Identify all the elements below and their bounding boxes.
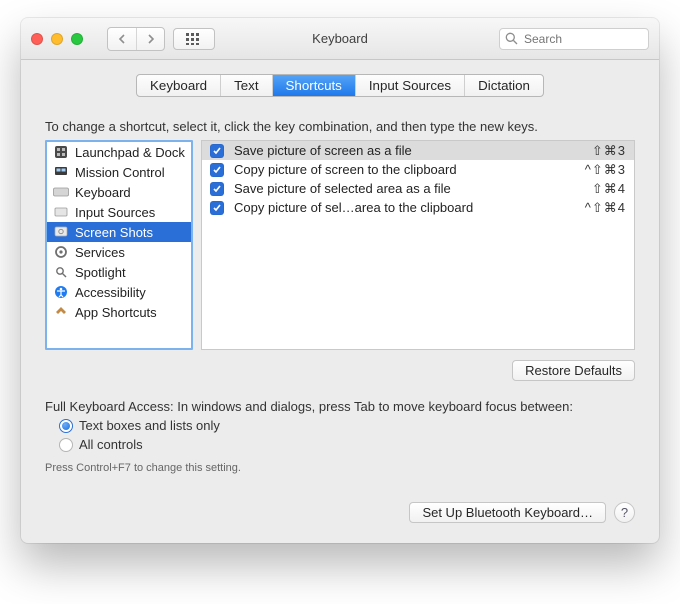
input-sources-icon: [53, 204, 69, 220]
restore-defaults-button[interactable]: Restore Defaults: [512, 360, 635, 381]
chevron-right-icon: [147, 34, 155, 44]
keyboard-icon: [53, 184, 69, 200]
keyboard-access-group: Full Keyboard Access: In windows and dia…: [45, 399, 635, 474]
shortcut-row[interactable]: Save picture of screen as a file ⇧⌘3: [202, 141, 634, 160]
back-button[interactable]: [108, 28, 136, 50]
tab-text[interactable]: Text: [220, 75, 271, 96]
category-spotlight[interactable]: Spotlight: [47, 262, 191, 282]
services-icon: [53, 244, 69, 260]
titlebar: Keyboard: [21, 18, 659, 60]
radio-text-boxes[interactable]: Text boxes and lists only: [59, 418, 635, 433]
category-input-sources[interactable]: Input Sources: [47, 202, 191, 222]
window-controls: [31, 33, 83, 45]
category-label: App Shortcuts: [75, 305, 157, 320]
tab-shortcuts[interactable]: Shortcuts: [272, 75, 355, 96]
shortcut-keys[interactable]: ^⇧⌘3: [585, 162, 626, 178]
category-accessibility[interactable]: Accessibility: [47, 282, 191, 302]
tab-dictation[interactable]: Dictation: [464, 75, 543, 96]
tab-input-sources[interactable]: Input Sources: [355, 75, 464, 96]
category-label: Launchpad & Dock: [75, 145, 185, 160]
mission-control-icon: [53, 164, 69, 180]
category-label: Mission Control: [75, 165, 165, 180]
radio-label: All controls: [79, 437, 143, 452]
zoom-button[interactable]: [71, 33, 83, 45]
shortcut-row[interactable]: Save picture of selected area as a file …: [202, 179, 634, 198]
shortcut-label: Save picture of screen as a file: [234, 143, 582, 158]
nav-back-forward: [107, 27, 165, 51]
shortcut-checkbox[interactable]: [210, 163, 224, 177]
accessibility-icon: [53, 284, 69, 300]
category-app-shortcuts[interactable]: App Shortcuts: [47, 302, 191, 322]
preferences-window: Keyboard Keyboard Text Shortcuts Input S…: [21, 18, 659, 543]
category-label: Spotlight: [75, 265, 126, 280]
category-list[interactable]: Launchpad & Dock Mission Control Keyboar…: [45, 140, 193, 350]
category-label: Input Sources: [75, 205, 155, 220]
category-label: Keyboard: [75, 185, 131, 200]
category-label: Services: [75, 245, 125, 260]
content-area: Keyboard Text Shortcuts Input Sources Di…: [21, 60, 659, 543]
category-screen-shots[interactable]: Screen Shots: [47, 222, 191, 242]
shortcut-keys[interactable]: ^⇧⌘4: [585, 200, 626, 216]
screenshot-icon: [53, 224, 69, 240]
category-label: Screen Shots: [75, 225, 153, 240]
launchpad-icon: [53, 144, 69, 160]
show-all-button[interactable]: [173, 28, 215, 50]
shortcut-row[interactable]: Copy picture of screen to the clipboard …: [202, 160, 634, 179]
category-services[interactable]: Services: [47, 242, 191, 262]
shortcut-keys[interactable]: ⇧⌘3: [592, 143, 626, 159]
keyboard-access-heading: Full Keyboard Access: In windows and dia…: [45, 399, 635, 414]
instruction-text: To change a shortcut, select it, click t…: [45, 119, 635, 134]
shortcut-label: Copy picture of screen to the clipboard: [234, 162, 575, 177]
shortcut-list[interactable]: Save picture of screen as a file ⇧⌘3 Cop…: [201, 140, 635, 350]
category-keyboard[interactable]: Keyboard: [47, 182, 191, 202]
category-label: Accessibility: [75, 285, 146, 300]
shortcut-checkbox[interactable]: [210, 201, 224, 215]
shortcut-label: Save picture of selected area as a file: [234, 181, 582, 196]
radio-label: Text boxes and lists only: [79, 418, 220, 433]
tab-bar: Keyboard Text Shortcuts Input Sources Di…: [136, 74, 544, 97]
category-launchpad[interactable]: Launchpad & Dock: [47, 142, 191, 162]
help-button[interactable]: ?: [614, 502, 635, 523]
setup-bluetooth-button[interactable]: Set Up Bluetooth Keyboard…: [409, 502, 606, 523]
shortcut-checkbox[interactable]: [210, 144, 224, 158]
shortcut-checkbox[interactable]: [210, 182, 224, 196]
radio-indicator: [59, 438, 73, 452]
shortcut-label: Copy picture of sel…area to the clipboar…: [234, 200, 575, 215]
keyboard-access-hint: Press Control+F7 to change this setting.: [45, 462, 635, 474]
grid-icon: [186, 33, 202, 45]
minimize-button[interactable]: [51, 33, 63, 45]
spotlight-icon: [53, 264, 69, 280]
search-input[interactable]: [499, 28, 649, 50]
tab-keyboard[interactable]: Keyboard: [137, 75, 220, 96]
search-icon: [505, 32, 518, 45]
shortcut-row[interactable]: Copy picture of sel…area to the clipboar…: [202, 198, 634, 217]
chevron-left-icon: [118, 34, 126, 44]
close-button[interactable]: [31, 33, 43, 45]
radio-indicator: [59, 419, 73, 433]
category-mission-control[interactable]: Mission Control: [47, 162, 191, 182]
forward-button[interactable]: [136, 28, 164, 50]
radio-all-controls[interactable]: All controls: [59, 437, 635, 452]
app-shortcuts-icon: [53, 304, 69, 320]
shortcut-keys[interactable]: ⇧⌘4: [592, 181, 626, 197]
